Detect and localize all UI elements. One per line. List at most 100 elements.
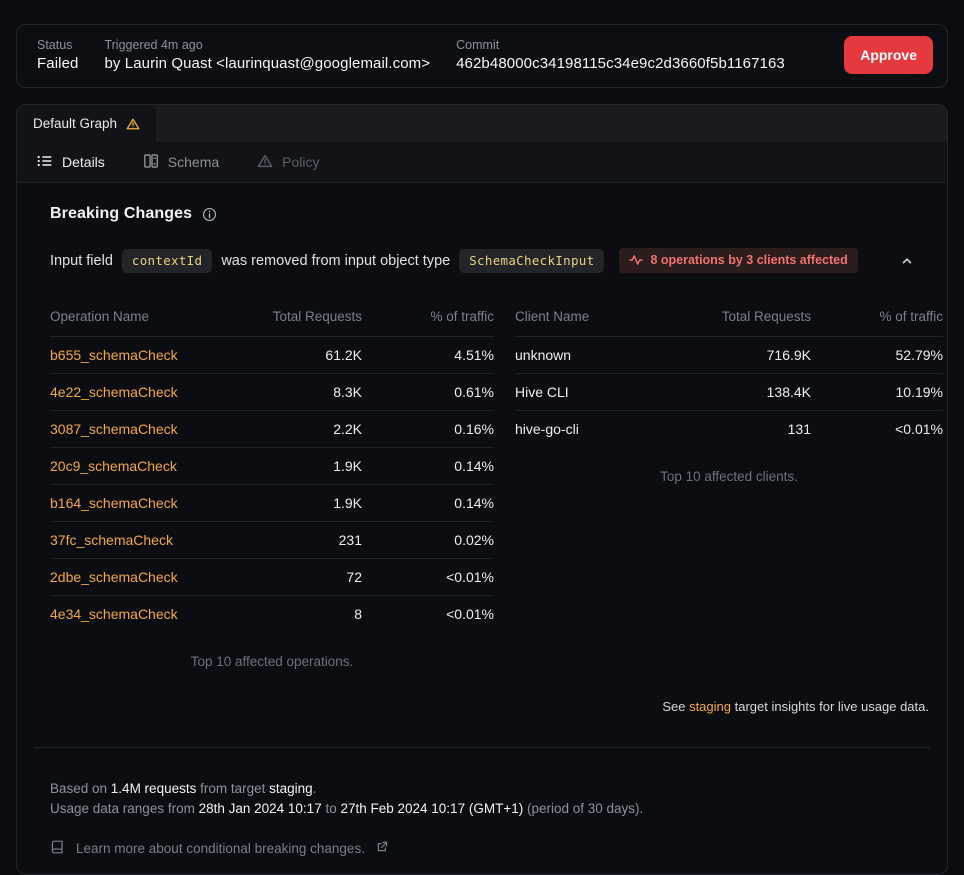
- breaking-change-row: Input field contextId was removed from i…: [34, 248, 930, 273]
- cell-value: 1.9K: [197, 448, 362, 485]
- insights-prefix: See: [662, 699, 689, 714]
- cell-value: 716.9K: [646, 337, 811, 374]
- cell-value: 231: [197, 522, 362, 559]
- warning-triangle-icon: [257, 153, 273, 172]
- graph-tab-strip: Default Graph: [17, 105, 947, 142]
- col-operation-name: Operation Name: [50, 299, 197, 337]
- status-label: Status: [37, 38, 78, 52]
- col-traffic-pct: % of traffic: [811, 299, 943, 337]
- status-value: Failed: [37, 55, 78, 72]
- from-target-text: from target: [196, 781, 269, 796]
- tab-default-graph[interactable]: Default Graph: [17, 105, 156, 142]
- cell-value: 8: [197, 596, 362, 633]
- operation-link[interactable]: 37fc_schemaCheck: [50, 522, 197, 559]
- cell-value: 61.2K: [197, 337, 362, 374]
- graph-tab-label: Default Graph: [33, 116, 117, 131]
- cell-value: 72: [197, 559, 362, 596]
- client-name: hive-go-cli: [515, 411, 646, 448]
- cell-value: 8.3K: [197, 374, 362, 411]
- cell-value: 1.9K: [197, 485, 362, 522]
- collapse-chevron-up-icon[interactable]: [896, 250, 918, 272]
- check-status-card: Status Failed Triggered 4m ago by Laurin…: [16, 24, 948, 88]
- staging-target-link[interactable]: staging: [689, 699, 731, 714]
- type-code-pill: SchemaCheckInput: [459, 249, 604, 273]
- based-on-text: Based on: [50, 781, 111, 796]
- impact-badge[interactable]: 8 operations by 3 clients affected: [619, 248, 857, 273]
- clients-table-wrap: Client Name Total Requests % of traffic …: [515, 299, 943, 669]
- cell-value: 0.61%: [362, 374, 494, 411]
- cell-value: 0.14%: [362, 485, 494, 522]
- cell-value: 0.02%: [362, 522, 494, 559]
- table-row: 4e22_schemaCheck8.3K0.61%: [50, 374, 494, 411]
- client-name: unknown: [515, 337, 646, 374]
- range-prefix-text: Usage data ranges from: [50, 801, 199, 816]
- operation-link[interactable]: 4e34_schemaCheck: [50, 596, 197, 633]
- tab-schema[interactable]: Schema: [143, 153, 219, 172]
- check-details-card: Default Graph Details Schema Policy: [16, 104, 948, 875]
- approve-button[interactable]: Approve: [844, 36, 933, 74]
- commit-label: Commit: [456, 38, 785, 52]
- change-text-middle: was removed from input object type: [221, 253, 450, 269]
- operations-caption: Top 10 affected operations.: [50, 654, 494, 669]
- tab-policy[interactable]: Policy: [257, 153, 319, 172]
- schema-icon: [143, 153, 159, 172]
- target-name: staging: [269, 781, 313, 796]
- table-row: b655_schemaCheck61.2K4.51%: [50, 337, 494, 374]
- cell-value: 131: [646, 411, 811, 448]
- details-content: Breaking Changes Input field contextId w…: [17, 183, 947, 858]
- operations-header-row: Operation Name Total Requests % of traff…: [50, 299, 494, 337]
- operation-link[interactable]: 20c9_schemaCheck: [50, 448, 197, 485]
- table-row: 37fc_schemaCheck2310.02%: [50, 522, 494, 559]
- tab-details-label: Details: [62, 154, 105, 170]
- tab-schema-label: Schema: [168, 154, 219, 170]
- date-from: 28th Jan 2024 10:17: [199, 801, 322, 816]
- cell-value: 2.2K: [197, 411, 362, 448]
- date-to: 27th Feb 2024 10:17 (GMT+1): [340, 801, 523, 816]
- clients-caption: Top 10 affected clients.: [515, 469, 943, 484]
- period-end: .: [313, 781, 317, 796]
- table-row: 2dbe_schemaCheck72<0.01%: [50, 559, 494, 596]
- operation-link[interactable]: 4e22_schemaCheck: [50, 374, 197, 411]
- triggered-author: by Laurin Quast <laurinquast@googlemail.…: [104, 55, 430, 72]
- cell-value: 0.14%: [362, 448, 494, 485]
- clients-header-row: Client Name Total Requests % of traffic: [515, 299, 943, 337]
- learn-more-label: Learn more about conditional breaking ch…: [76, 841, 365, 856]
- operation-link[interactable]: 2dbe_schemaCheck: [50, 559, 197, 596]
- learn-more-link[interactable]: Learn more about conditional breaking ch…: [34, 839, 930, 858]
- usage-tables: Operation Name Total Requests % of traff…: [34, 299, 930, 669]
- content-divider: [34, 747, 930, 748]
- to-text: to: [322, 801, 341, 816]
- info-icon[interactable]: [202, 207, 217, 222]
- cell-value: <0.01%: [362, 596, 494, 633]
- operation-link[interactable]: b655_schemaCheck: [50, 337, 197, 374]
- col-client-name: Client Name: [515, 299, 646, 337]
- usage-summary: Based on 1.4M requests from target stagi…: [34, 779, 930, 819]
- pulse-icon: [629, 253, 643, 267]
- cell-value: 0.16%: [362, 411, 494, 448]
- status-column: Status Failed: [37, 38, 78, 72]
- col-traffic-pct: % of traffic: [362, 299, 494, 337]
- section-title: Breaking Changes: [50, 205, 192, 223]
- operation-link[interactable]: b164_schemaCheck: [50, 485, 197, 522]
- commit-hash: 462b48000c34198115c34e9c2d3660f5b1167163: [456, 55, 785, 72]
- table-row: hive-go-cli131<0.01%: [515, 411, 943, 448]
- external-link-icon: [376, 841, 388, 856]
- cell-value: 10.19%: [811, 374, 943, 411]
- table-row: 20c9_schemaCheck1.9K0.14%: [50, 448, 494, 485]
- cell-value: 138.4K: [646, 374, 811, 411]
- cell-value: <0.01%: [811, 411, 943, 448]
- cell-value: 52.79%: [811, 337, 943, 374]
- list-icon: [37, 153, 53, 172]
- operations-table-wrap: Operation Name Total Requests % of traff…: [50, 299, 494, 669]
- insights-suffix: target insights for live usage data.: [731, 699, 929, 714]
- tab-details[interactable]: Details: [37, 153, 105, 172]
- range-suffix-text: (period of 30 days).: [523, 801, 643, 816]
- book-icon: [50, 839, 65, 858]
- graph-warning-icon: [126, 117, 140, 131]
- check-nav-tabs: Details Schema Policy: [17, 142, 947, 183]
- triggered-column: Triggered 4m ago by Laurin Quast <laurin…: [104, 38, 430, 72]
- impact-badge-label: 8 operations by 3 clients affected: [650, 253, 847, 267]
- operation-link[interactable]: 3087_schemaCheck: [50, 411, 197, 448]
- cell-value: <0.01%: [362, 559, 494, 596]
- field-code-pill: contextId: [122, 249, 212, 273]
